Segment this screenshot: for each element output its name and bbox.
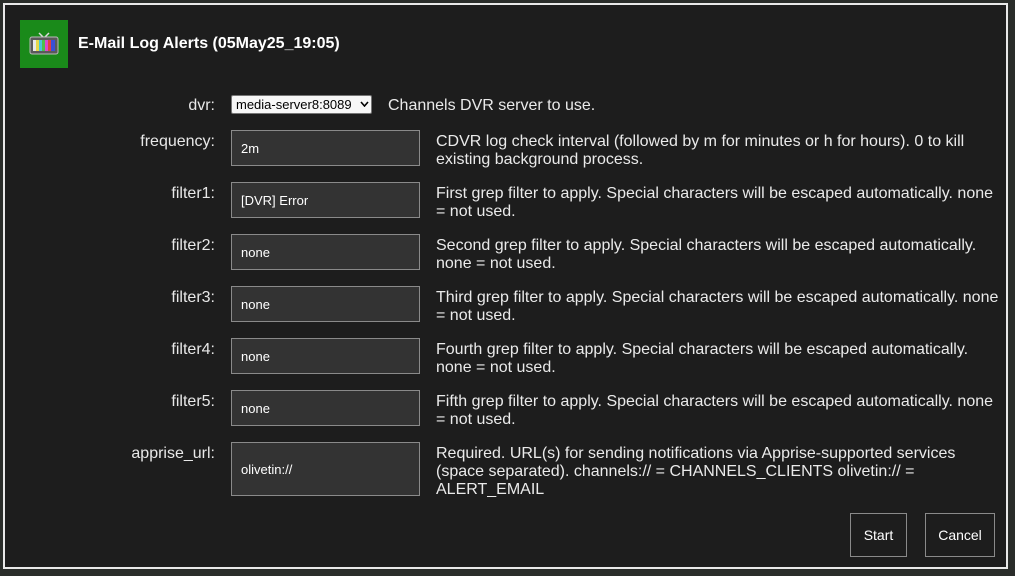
dialog-header: E-Mail Log Alerts (05May25_19:05) bbox=[20, 20, 340, 68]
filter1-input[interactable]: [DVR] Error bbox=[231, 182, 420, 218]
filter3-label: filter3: bbox=[171, 289, 215, 306]
filter4-help: Fourth grep filter to apply. Special cha… bbox=[436, 341, 969, 376]
cancel-button[interactable]: Cancel bbox=[925, 513, 995, 557]
filter1-help: First grep filter to apply. Special char… bbox=[436, 185, 994, 220]
filter5-label: filter5: bbox=[171, 393, 215, 410]
dvr-help: Channels DVR server to use. bbox=[388, 97, 596, 114]
dvr-select-value: media-server8:8089 bbox=[236, 97, 352, 112]
frequency-help: CDVR log check interval (followed by m f… bbox=[436, 133, 965, 168]
filter5-input[interactable]: none bbox=[231, 390, 420, 426]
apprise-url-input[interactable]: olivetin:// bbox=[231, 442, 420, 496]
start-button[interactable]: Start bbox=[850, 513, 907, 557]
frequency-label: frequency: bbox=[140, 133, 215, 150]
filter5-help: Fifth grep filter to apply. Special char… bbox=[436, 393, 994, 428]
filter4-input[interactable]: none bbox=[231, 338, 420, 374]
filter3-help: Third grep filter to apply. Special char… bbox=[436, 289, 999, 324]
tv-icon bbox=[20, 20, 68, 68]
frequency-input[interactable]: 2m bbox=[231, 130, 420, 166]
filter1-label: filter1: bbox=[171, 185, 215, 202]
chevron-down-icon bbox=[357, 99, 371, 110]
apprise-url-label: apprise_url: bbox=[131, 445, 215, 462]
dvr-select[interactable]: media-server8:8089 bbox=[231, 95, 372, 114]
dvr-label: dvr: bbox=[188, 97, 215, 114]
dialog: E-Mail Log Alerts (05May25_19:05) dvr: m… bbox=[3, 3, 1008, 569]
filter4-label: filter4: bbox=[171, 341, 215, 358]
apprise-url-help: Required. URL(s) for sending notificatio… bbox=[436, 445, 956, 498]
filter2-label: filter2: bbox=[171, 237, 215, 254]
filter2-input[interactable]: none bbox=[231, 234, 420, 270]
filter3-input[interactable]: none bbox=[231, 286, 420, 322]
filter2-help: Second grep filter to apply. Special cha… bbox=[436, 237, 977, 272]
dialog-title: E-Mail Log Alerts (05May25_19:05) bbox=[78, 35, 340, 52]
